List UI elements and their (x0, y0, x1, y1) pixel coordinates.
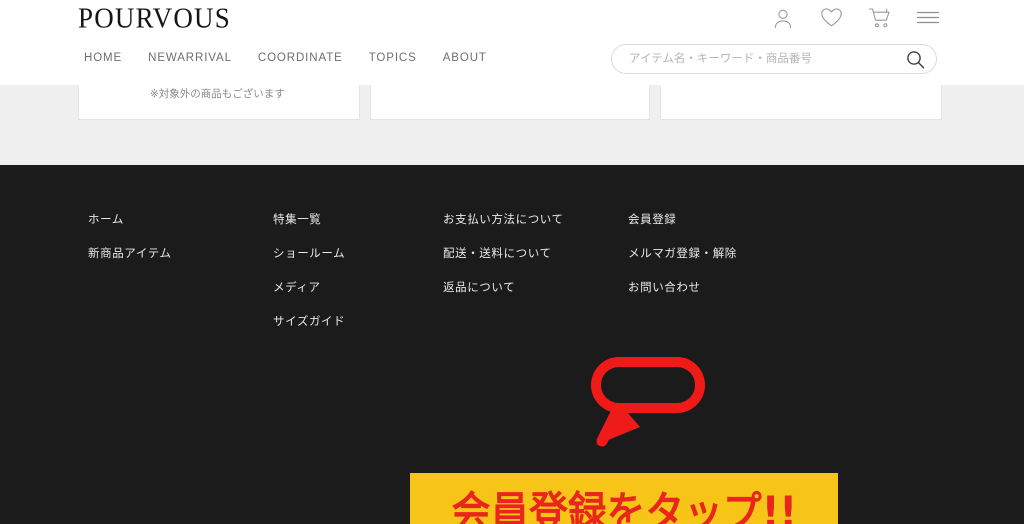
content-card[interactable] (370, 85, 650, 120)
nav-item-newarrival[interactable]: NEWARRIVAL (148, 52, 232, 64)
red-circle-annotation-icon (588, 357, 714, 453)
cart-icon[interactable] (868, 7, 890, 30)
site-header: POURVOUS HOME NEWARRIVAL COORDINATE TOPI… (0, 0, 1024, 85)
header-icon-group (772, 7, 940, 30)
nav-item-home[interactable]: HOME (84, 52, 122, 64)
hamburger-menu-icon[interactable] (916, 7, 940, 30)
main-nav: HOME NEWARRIVAL COORDINATE TOPICS ABOUT (84, 52, 487, 64)
site-footer: ホーム 新商品アイテム 特集一覧 ショールーム メディア サイズガイド お支払い… (0, 165, 1024, 524)
footer-link-payment[interactable]: お支払い方法について (443, 213, 564, 227)
footer-link-contact[interactable]: お問い合わせ (628, 281, 737, 295)
footer-column-1: ホーム 新商品アイテム (88, 213, 172, 281)
footer-link-shipping[interactable]: 配送・送料について (443, 247, 564, 261)
footer-link-membership-registration[interactable]: 会員登録 (628, 213, 737, 227)
footer-column-2: 特集一覧 ショールーム メディア サイズガイド (273, 213, 345, 349)
footer-link-showroom[interactable]: ショールーム (273, 247, 345, 261)
search-input[interactable] (629, 45, 894, 73)
nav-item-coordinate[interactable]: COORDINATE (258, 52, 343, 64)
cta-banner-text: 会員登録をタップ!! (451, 486, 797, 524)
wishlist-heart-icon[interactable] (820, 7, 842, 30)
footer-link-home[interactable]: ホーム (88, 213, 172, 227)
search-box[interactable] (611, 44, 937, 74)
footer-column-3: お支払い方法について 配送・送料について 返品について (443, 213, 564, 315)
footer-link-size-guide[interactable]: サイズガイド (273, 315, 345, 329)
footer-link-returns[interactable]: 返品について (443, 281, 564, 295)
content-card[interactable] (660, 85, 942, 120)
footer-link-newsletter[interactable]: メルマガ登録・解除 (628, 247, 737, 261)
content-cards-strip: ※対象外の商品もございます (0, 85, 1024, 165)
card-note-text: ※対象外の商品もございます (150, 88, 285, 100)
nav-item-topics[interactable]: TOPICS (369, 52, 417, 64)
footer-column-4: 会員登録 メルマガ登録・解除 お問い合わせ (628, 213, 737, 315)
account-icon[interactable] (772, 7, 794, 30)
footer-link-features[interactable]: 特集一覧 (273, 213, 345, 227)
footer-link-media[interactable]: メディア (273, 281, 345, 295)
search-icon[interactable] (905, 49, 926, 70)
nav-item-about[interactable]: ABOUT (443, 52, 487, 64)
content-card[interactable]: ※対象外の商品もございます (78, 85, 360, 120)
cta-banner: 会員登録をタップ!! (410, 473, 838, 524)
footer-link-new-items[interactable]: 新商品アイテム (88, 247, 172, 261)
page-root: POURVOUS HOME NEWARRIVAL COORDINATE TOPI… (0, 0, 1024, 524)
site-logo[interactable]: POURVOUS (78, 1, 231, 35)
